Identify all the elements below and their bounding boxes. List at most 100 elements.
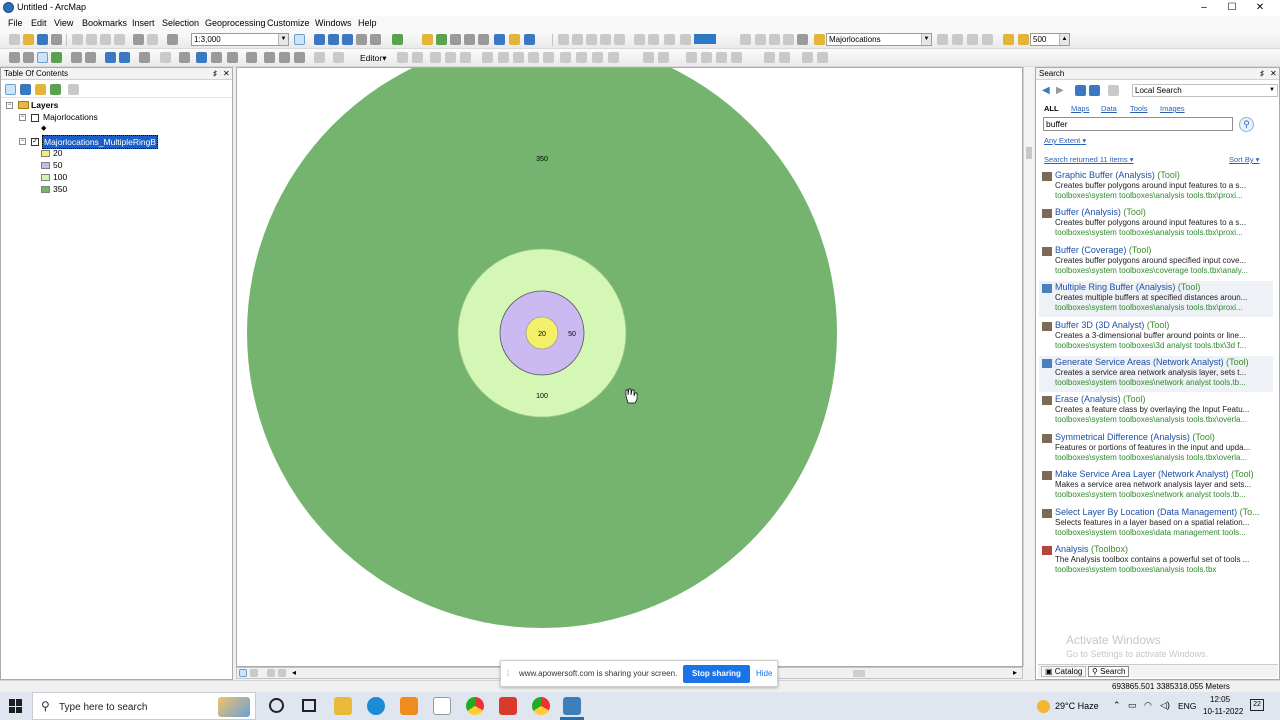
identify-icon[interactable]	[196, 52, 207, 63]
layer-visibility-checkbox[interactable]: ✓	[31, 138, 39, 146]
result-title[interactable]: Symmetrical Difference (Analysis) (Tool)	[1055, 432, 1273, 442]
zoom-in-icon[interactable]	[9, 52, 20, 63]
create-features-icon[interactable]	[592, 52, 603, 63]
tool-icon-ii[interactable]	[817, 52, 828, 63]
route-icon[interactable]	[279, 52, 290, 63]
notification-center-icon[interactable]: 22	[1250, 699, 1264, 711]
minimize-button[interactable]: –	[1190, 0, 1218, 16]
tool-icon-b[interactable]	[464, 34, 475, 45]
result-title[interactable]: Make Service Area Layer (Network Analyst…	[1055, 469, 1273, 479]
menu-help[interactable]: Help	[358, 18, 377, 28]
measure-icon[interactable]	[246, 52, 257, 63]
print-icon[interactable]	[51, 34, 62, 45]
search-result-item[interactable]: Select Layer By Location (Data Managemen…	[1039, 506, 1273, 542]
catalog-window-icon[interactable]	[328, 34, 339, 45]
editor-menu[interactable]: Editor▾	[360, 53, 387, 64]
select-features-icon[interactable]	[139, 52, 150, 63]
result-name[interactable]: Buffer (Analysis)	[1055, 207, 1121, 217]
time-slider-icon[interactable]	[314, 52, 325, 63]
search-result-item[interactable]: Analysis (Toolbox) The Analysis toolbox c…	[1039, 543, 1273, 579]
select-elements-icon[interactable]	[179, 52, 190, 63]
sort-by-menu[interactable]: Sort By ▾	[1229, 155, 1259, 164]
tool-icon-h[interactable]	[586, 34, 597, 45]
create-viewer-icon[interactable]	[333, 52, 344, 63]
pan-icon[interactable]	[37, 52, 48, 63]
maximize-button[interactable]: ☐	[1218, 0, 1246, 16]
network-icon[interactable]: ▭	[1128, 700, 1137, 711]
chevron-down-icon[interactable]: ▼	[921, 34, 931, 45]
tool-icon-p[interactable]	[755, 34, 766, 45]
list-by-visibility-icon[interactable]	[35, 84, 46, 95]
result-title[interactable]: Erase (Analysis) (Tool)	[1055, 394, 1273, 404]
editor-toolbar-icon[interactable]	[294, 34, 305, 45]
menu-geoprocessing[interactable]: Geoprocessing	[205, 18, 266, 28]
tool-icon-u[interactable]	[952, 34, 963, 45]
filter-images[interactable]: Images	[1160, 104, 1185, 113]
search-result-item[interactable]: Erase (Analysis) (Tool) Creates a feature…	[1039, 393, 1273, 429]
cut-icon[interactable]	[72, 34, 83, 45]
search-icon[interactable]: ⚲	[1239, 117, 1254, 132]
tool-icon-q[interactable]	[769, 34, 780, 45]
rotate-icon[interactable]	[543, 52, 554, 63]
options-icon[interactable]	[68, 84, 79, 95]
toc-window-icon[interactable]	[314, 34, 325, 45]
menu-bookmarks[interactable]: Bookmarks	[82, 18, 127, 28]
tool-icon-k[interactable]	[634, 34, 645, 45]
tool-icon-x[interactable]	[1003, 34, 1014, 45]
menu-file[interactable]: File	[8, 18, 23, 28]
result-name[interactable]: Analysis	[1055, 544, 1089, 554]
clear-selection-icon[interactable]	[160, 52, 171, 63]
layer-tool-icon[interactable]	[436, 34, 447, 45]
reshape-icon[interactable]	[498, 52, 509, 63]
notepad-icon[interactable]	[433, 697, 451, 715]
arcmap-taskbar-icon[interactable]	[563, 697, 581, 715]
taskbar-search-box[interactable]: ⚲ Type here to search	[32, 692, 256, 720]
tool-icon-d[interactable]	[494, 34, 505, 45]
search-result-item[interactable]: Symmetrical Difference (Analysis) (Tool)…	[1039, 431, 1273, 467]
help-icon[interactable]	[524, 34, 535, 45]
scrollbar-thumb[interactable]	[1026, 147, 1032, 159]
split-icon[interactable]	[528, 52, 539, 63]
filter-tools[interactable]: Tools	[1130, 104, 1148, 113]
menu-edit[interactable]: Edit	[31, 18, 47, 28]
horizontal-scroll-thumb[interactable]	[853, 670, 865, 677]
color-swatch-icon[interactable]	[694, 34, 716, 44]
search-scope-select[interactable]: Local Search ▼	[1132, 84, 1278, 97]
attributes-icon[interactable]	[560, 52, 571, 63]
cut-polygons-icon[interactable]	[513, 52, 524, 63]
menu-selection[interactable]: Selection	[162, 18, 199, 28]
results-count[interactable]: Search returned 11 items ▾	[1044, 155, 1134, 164]
home-icon[interactable]	[1075, 85, 1086, 96]
edge-browser-icon[interactable]	[367, 697, 385, 715]
add-data-icon[interactable]	[167, 34, 178, 45]
app-icon-orange[interactable]	[400, 697, 418, 715]
search-result-item[interactable]: Buffer (Coverage) (Tool) Creates buffer p…	[1039, 244, 1273, 280]
tool-icon-y[interactable]	[608, 52, 619, 63]
result-name[interactable]: Multiple Ring Buffer (Analysis)	[1055, 282, 1175, 292]
redo-icon[interactable]	[147, 34, 158, 45]
forward-arrow-icon[interactable]	[119, 52, 130, 63]
tool-icon-ff[interactable]	[764, 52, 775, 63]
fixed-zoom-out-icon[interactable]	[85, 52, 96, 63]
collapse-icon[interactable]: −	[19, 114, 26, 121]
file-explorer-icon[interactable]	[334, 697, 352, 715]
search-result-item[interactable]: Multiple Ring Buffer (Analysis) (Tool) Cr…	[1039, 281, 1273, 318]
result-name[interactable]: Select Layer By Location (Data Managemen…	[1055, 507, 1237, 517]
tool-icon-l[interactable]	[648, 34, 659, 45]
result-name[interactable]: Graphic Buffer (Analysis)	[1055, 170, 1155, 180]
wifi-icon[interactable]: ◠	[1144, 700, 1152, 711]
endpoint-arc-icon[interactable]	[445, 52, 456, 63]
copy-icon[interactable]	[86, 34, 97, 45]
open-folder-icon[interactable]	[23, 34, 34, 45]
language-indicator[interactable]: ENG	[1178, 701, 1196, 711]
hyperlink-icon[interactable]	[211, 52, 222, 63]
chevron-up-icon[interactable]: ⌃	[1113, 700, 1121, 711]
tool-icon-i[interactable]	[600, 34, 611, 45]
search-result-item[interactable]: Make Service Area Layer (Network Analyst…	[1039, 468, 1273, 504]
arctoolbox-icon[interactable]	[356, 34, 367, 45]
search-result-item[interactable]: Generate Service Areas (Network Analyst)…	[1039, 356, 1273, 392]
wps-icon[interactable]	[499, 697, 517, 715]
refresh-icon[interactable]	[1018, 34, 1029, 45]
tool-icon-c[interactable]	[478, 34, 489, 45]
refresh-view-icon[interactable]	[267, 669, 275, 677]
